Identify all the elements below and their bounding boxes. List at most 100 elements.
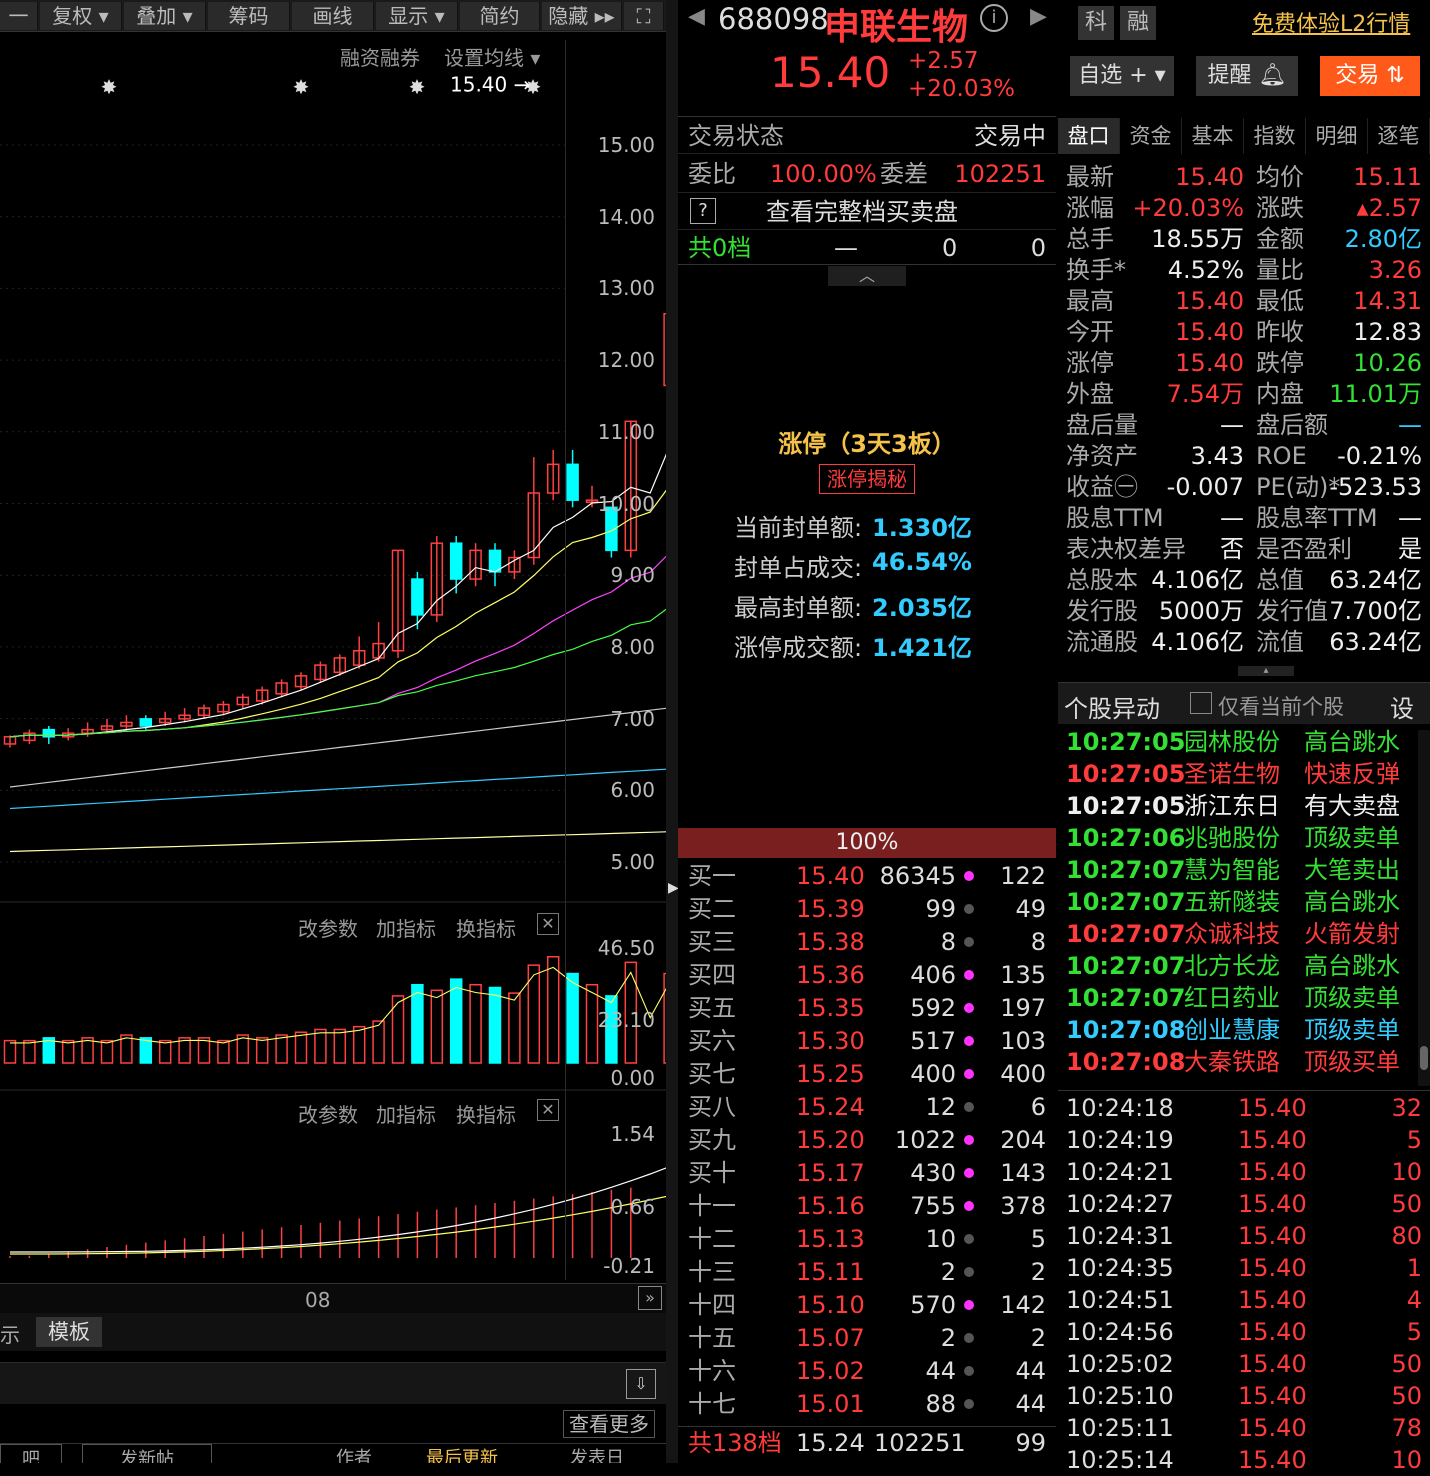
- alerts-settings-button[interactable]: 设: [1390, 689, 1414, 724]
- close-icon[interactable]: ✕: [537, 1099, 559, 1121]
- alert-row[interactable]: 10:27:06 兆驰股份 顶级卖单: [1058, 822, 1418, 854]
- bid-price: 15.25: [796, 1060, 865, 1088]
- bid-row[interactable]: 买七 15.25 400 400: [678, 1058, 1056, 1090]
- alert-row[interactable]: 10:27:05 圣诺生物 快速反弹: [1058, 758, 1418, 790]
- close-icon[interactable]: ✕: [537, 913, 559, 935]
- vol-switch-indicator[interactable]: 换指标: [456, 913, 516, 942]
- bid-row[interactable]: 买四 15.36 406 135: [678, 959, 1056, 991]
- stock-name: 申联生物: [824, 7, 969, 48]
- kline-panel[interactable]: 一 复权 ▾ 叠加 ▾ 筹码 画线 显示 ▾ 简约 隐藏 ▸▸ ⛶ 融资融券 设…: [0, 0, 666, 1463]
- bid-row[interactable]: 买六 15.30 517 103: [678, 1025, 1056, 1057]
- bid-row[interactable]: 十一 15.16 755 378: [678, 1190, 1056, 1222]
- full-book-row[interactable]: ? 查看完整档买卖盘: [678, 194, 1056, 230]
- bid-row[interactable]: 买九 15.20 1022 204: [678, 1124, 1056, 1156]
- bid-row[interactable]: 买一 15.40 86345 122: [678, 860, 1056, 892]
- forum-tab-new-post[interactable]: 发新帖: [82, 1444, 212, 1463]
- bid-price: 15.01: [796, 1390, 865, 1418]
- bid-row[interactable]: 十六 15.02 44 44: [678, 1355, 1056, 1387]
- ind-change-params[interactable]: 改参数: [298, 1099, 358, 1128]
- tab-5[interactable]: 逐笔: [1368, 118, 1430, 154]
- alert-row[interactable]: 10:27:07 慧为智能 大笔卖出: [1058, 854, 1418, 886]
- alert-row[interactable]: 10:27:08 大秦铁路 顶级买单: [1058, 1046, 1418, 1078]
- toolbar-btn-chips[interactable]: 筹码: [208, 2, 290, 30]
- only-current-checkbox[interactable]: [1190, 692, 1212, 714]
- tick-row: 10:24:31 15.40 80: [1058, 1220, 1430, 1252]
- quote-label: 总值: [1256, 566, 1304, 594]
- bid-row[interactable]: 买二 15.39 99 49: [678, 893, 1056, 925]
- tab-3[interactable]: 指数: [1244, 118, 1306, 154]
- alert-time: 10:27:07: [1066, 984, 1186, 1012]
- ind-add-indicator[interactable]: 加指标: [376, 1099, 436, 1128]
- toolbar-btn-hide[interactable]: 隐藏 ▸▸: [542, 2, 622, 30]
- forum-tabs: 吧 发新帖 作者 最后更新 发表日: [0, 1443, 666, 1463]
- tab-1[interactable]: 资金: [1120, 118, 1182, 154]
- forum-tab-bar[interactable]: 吧: [0, 1444, 62, 1463]
- bid-row[interactable]: 十二 15.13 10 5: [678, 1223, 1056, 1255]
- collapse-up-icon[interactable]: ▴: [1238, 666, 1294, 676]
- bid-row[interactable]: 买八 15.24 12 6: [678, 1091, 1056, 1123]
- forum-col-last-update[interactable]: 最后更新: [426, 1444, 498, 1463]
- scrollbar-thumb[interactable]: [1420, 1046, 1428, 1070]
- download-icon[interactable]: ⇩: [626, 1369, 656, 1399]
- toolbar-btn-draw[interactable]: 画线: [292, 2, 374, 30]
- price-tick-label: 5.00: [610, 850, 655, 874]
- alerts-scrollbar[interactable]: [1418, 730, 1430, 1086]
- add-favorite-button[interactable]: 自选 + ▾: [1070, 56, 1174, 96]
- expand-icon[interactable]: ⛶: [624, 2, 664, 30]
- tick-volume: 10: [1391, 1446, 1422, 1474]
- alert-row[interactable]: 10:27:07 五新隧装 高台跳水: [1058, 886, 1418, 918]
- bid-row[interactable]: 十三 15.11 2 2: [678, 1256, 1056, 1288]
- template-button[interactable]: 模板: [36, 1317, 102, 1347]
- volume-bar: [23, 1039, 36, 1064]
- tab-0[interactable]: 盘口: [1058, 118, 1120, 154]
- bid-price: 15.24: [796, 1093, 865, 1121]
- bid-dot-icon: [964, 1102, 974, 1112]
- bid-row[interactable]: 十七 15.01 88 44: [678, 1388, 1056, 1420]
- panel-splitter[interactable]: ▶: [666, 0, 679, 1463]
- volume-bar: [449, 978, 463, 1064]
- view-more-button[interactable]: 查看更多: [563, 1410, 655, 1438]
- bid-dot-icon: [964, 1333, 974, 1343]
- help-icon[interactable]: ?: [690, 198, 716, 224]
- event-marker-icon: ✸: [293, 75, 310, 99]
- next-stock-icon[interactable]: ▶: [1030, 4, 1047, 29]
- alert-row[interactable]: 10:27:05 园林股份 高台跳水: [1058, 726, 1418, 758]
- alert-button[interactable]: 提醒 🔔︎: [1196, 56, 1298, 96]
- bid-row[interactable]: 买五 15.35 592 197: [678, 992, 1056, 1024]
- forum-col-post-date[interactable]: 发表日: [570, 1444, 624, 1463]
- bid-price: 15.07: [796, 1324, 865, 1352]
- prev-stock-icon[interactable]: ◀: [688, 4, 705, 29]
- l2-trial-link[interactable]: 免费体验L2行情: [1252, 6, 1410, 38]
- bid-row[interactable]: 十四 15.10 570 142: [678, 1289, 1056, 1321]
- alert-row[interactable]: 10:27:07 众诚科技 火箭发射: [1058, 918, 1418, 950]
- toolbar-btn-fuquan[interactable]: 复权 ▾: [40, 2, 122, 30]
- tick-price: 15.40: [1238, 1350, 1307, 1378]
- bid-row[interactable]: 十五 15.07 2 2: [678, 1322, 1056, 1354]
- forum-col-author[interactable]: 作者: [336, 1444, 372, 1463]
- alert-row[interactable]: 10:27:05 浙江东日 有大卖盘: [1058, 790, 1418, 822]
- tick-volume: 5: [1406, 1318, 1422, 1346]
- trade-button[interactable]: 交易 ⇅: [1320, 56, 1420, 96]
- bid-volume: 8: [940, 928, 956, 956]
- bid-row[interactable]: 买十 15.17 430 143: [678, 1157, 1056, 1189]
- alert-row[interactable]: 10:27:08 创业慧康 顶级卖单: [1058, 1014, 1418, 1046]
- toolbar-btn-simple[interactable]: 简约: [460, 2, 540, 30]
- collapse-up-icon[interactable]: ︿: [828, 266, 906, 286]
- tab-2[interactable]: 基本: [1182, 118, 1244, 154]
- alert-row[interactable]: 10:27:07 红日药业 顶级卖单: [1058, 982, 1418, 1014]
- alert-row[interactable]: 10:27:07 北方长龙 高台跳水: [1058, 950, 1418, 982]
- limit-up-reveal-button[interactable]: 涨停揭秘: [819, 464, 915, 494]
- toolbar-btn-display[interactable]: 显示 ▾: [376, 2, 458, 30]
- vol-change-params[interactable]: 改参数: [298, 913, 358, 942]
- full-book-link[interactable]: 查看完整档买卖盘: [766, 194, 958, 230]
- quote-row: 换手* 4.52% 量比 3.26: [1058, 255, 1430, 286]
- tab-4[interactable]: 明细: [1306, 118, 1368, 154]
- toolbar-btn-overlay[interactable]: 叠加 ▾: [124, 2, 206, 30]
- scroll-right-icon[interactable]: »: [638, 1286, 662, 1310]
- vol-add-indicator[interactable]: 加指标: [376, 913, 436, 942]
- toolbar-btn-period[interactable]: 一: [0, 2, 38, 30]
- info-icon[interactable]: i: [980, 4, 1008, 32]
- ind-switch-indicator[interactable]: 换指标: [456, 1099, 516, 1128]
- bid-row[interactable]: 买三 15.38 8 8: [678, 926, 1056, 958]
- comment-input-bar[interactable]: ⇩: [0, 1362, 666, 1404]
